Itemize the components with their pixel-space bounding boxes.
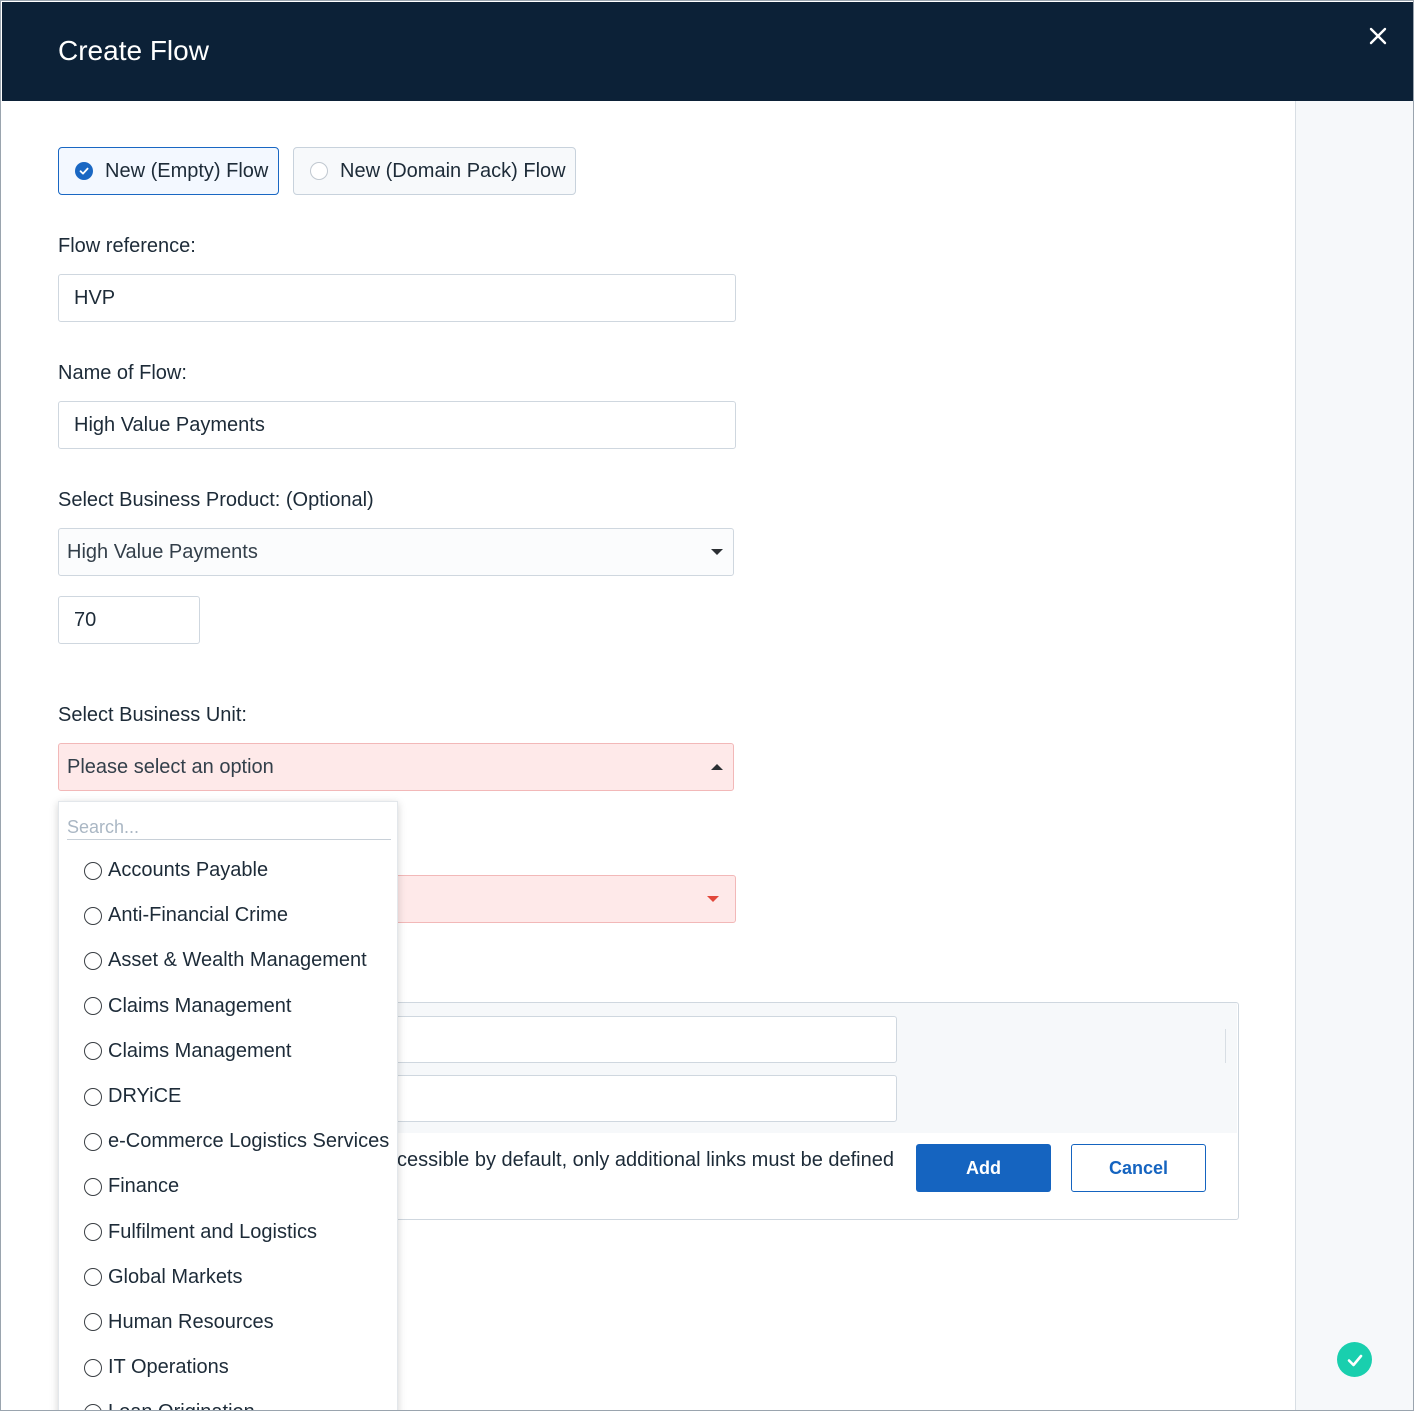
cancel-button[interactable]: Cancel xyxy=(1071,1144,1206,1192)
dropdown-options-list: Accounts Payable Anti-Financial Crime As… xyxy=(59,848,397,1410)
dropdown-search-input[interactable] xyxy=(67,816,391,840)
business-unit-placeholder: Please select an option xyxy=(67,755,274,778)
radio-icon xyxy=(84,906,102,925)
dropdown-option[interactable]: Finance xyxy=(59,1164,397,1209)
dropdown-option[interactable]: Claims Management xyxy=(59,984,397,1029)
dropdown-option[interactable]: Claims Management xyxy=(59,1029,397,1074)
check-icon[interactable] xyxy=(1337,1342,1372,1377)
dropdown-option-label: Asset & Wealth Management xyxy=(108,949,367,972)
dropdown-option-label: Loan Origination xyxy=(108,1401,255,1410)
new-domain-pack-flow-option[interactable]: New (Domain Pack) Flow xyxy=(293,147,576,195)
dropdown-option[interactable]: Human Resources xyxy=(59,1300,397,1345)
radio-icon xyxy=(84,951,102,970)
radio-icon xyxy=(84,1042,102,1061)
flow-reference-value: HVP xyxy=(74,286,116,309)
new-empty-flow-label: New (Empty) Flow xyxy=(105,159,269,182)
dropdown-option[interactable]: Accounts Payable xyxy=(59,848,397,893)
add-button[interactable]: Add xyxy=(916,1144,1051,1192)
flow-reference-input[interactable]: HVP xyxy=(58,274,736,322)
business-product-number-value: 70 xyxy=(74,608,97,631)
dropdown-option[interactable]: e-Commerce Logistics Services xyxy=(59,1119,397,1164)
radio-icon xyxy=(310,162,328,180)
dropdown-option-label: Accounts Payable xyxy=(108,859,269,882)
dropdown-option-label: DRYiCE xyxy=(108,1085,182,1108)
right-side-panel xyxy=(1295,101,1413,1410)
dropdown-option-label: Anti-Financial Crime xyxy=(108,904,289,927)
dropdown-option[interactable]: Loan Origination xyxy=(59,1390,397,1410)
flow-name-label: Name of Flow: xyxy=(58,362,187,384)
business-product-select[interactable]: High Value Payments xyxy=(58,528,734,576)
close-icon[interactable] xyxy=(1366,24,1390,48)
radio-icon xyxy=(84,1132,102,1151)
business-product-label: Select Business Product: (Optional) xyxy=(58,489,374,511)
divider xyxy=(1225,1029,1226,1063)
radio-icon xyxy=(84,861,102,880)
radio-icon xyxy=(84,1177,102,1196)
flow-reference-label: Flow reference: xyxy=(58,235,196,257)
chevron-up-icon xyxy=(711,764,723,770)
dropdown-option-label: Fulfilment and Logistics xyxy=(108,1220,317,1243)
business-unit-dropdown: Accounts Payable Anti-Financial Crime As… xyxy=(58,801,398,1410)
dropdown-option[interactable]: Asset & Wealth Management xyxy=(59,938,397,983)
chevron-down-icon xyxy=(711,549,723,555)
dropdown-option-label: Finance xyxy=(108,1175,180,1198)
business-product-number-input[interactable]: 70 xyxy=(58,596,200,644)
radio-icon xyxy=(84,1087,102,1106)
dropdown-option-label: e-Commerce Logistics Services xyxy=(108,1130,390,1153)
create-flow-dialog: Create Flow New (Empty) Flow New (Domain… xyxy=(0,0,1414,1411)
new-empty-flow-option[interactable]: New (Empty) Flow xyxy=(58,147,279,195)
business-unit-label: Select Business Unit: xyxy=(58,704,247,726)
flow-name-input[interactable]: High Value Payments xyxy=(58,401,736,449)
radio-icon xyxy=(84,1403,102,1410)
dropdown-option[interactable]: Global Markets xyxy=(59,1255,397,1300)
dropdown-option-label: Claims Management xyxy=(108,994,292,1017)
check-circle-icon xyxy=(75,162,93,180)
radio-icon xyxy=(84,997,102,1016)
business-product-value: High Value Payments xyxy=(67,540,258,563)
dropdown-option-label: Global Markets xyxy=(108,1265,243,1288)
dialog-header: Create Flow xyxy=(2,2,1413,101)
radio-icon xyxy=(84,1313,102,1332)
new-domain-pack-flow-label: New (Domain Pack) Flow xyxy=(340,159,566,182)
business-unit-select[interactable]: Please select an option xyxy=(58,743,734,791)
dropdown-option-label: Claims Management xyxy=(108,1039,292,1062)
dialog-title: Create Flow xyxy=(58,35,209,66)
dropdown-option-label: IT Operations xyxy=(108,1356,229,1379)
radio-icon xyxy=(84,1358,102,1377)
dropdown-option[interactable]: Fulfilment and Logistics xyxy=(59,1210,397,1255)
dropdown-option-label: Human Resources xyxy=(108,1310,274,1333)
dropdown-option[interactable]: DRYiCE xyxy=(59,1074,397,1119)
dropdown-option[interactable]: IT Operations xyxy=(59,1345,397,1390)
radio-icon xyxy=(84,1223,102,1242)
chevron-down-icon xyxy=(707,896,719,902)
radio-icon xyxy=(84,1268,102,1287)
dropdown-option[interactable]: Anti-Financial Crime xyxy=(59,893,397,938)
flow-name-value: High Value Payments xyxy=(74,413,265,436)
